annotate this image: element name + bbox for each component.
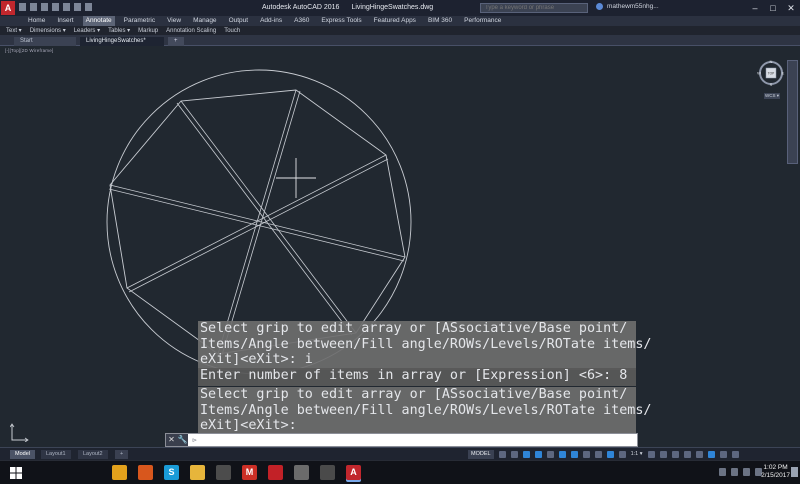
command-history-line: Select grip to edit array or [ASsociativ… bbox=[198, 321, 651, 370]
command-input[interactable] bbox=[197, 434, 637, 446]
close-command-line-icon[interactable]: ✕ bbox=[166, 434, 177, 446]
acrobat-taskbar-icon[interactable] bbox=[268, 465, 283, 480]
compass-south: S bbox=[770, 82, 773, 87]
clean-screen-icon[interactable] bbox=[719, 450, 727, 458]
tray-chevron-icon[interactable] bbox=[719, 468, 726, 476]
viewcube-icon[interactable]: N S E W TOP bbox=[757, 59, 785, 87]
annotation-scale-menu[interactable]: 1:1 ▾ bbox=[631, 451, 643, 457]
model-space-button[interactable]: MODEL bbox=[468, 449, 494, 459]
add-layout-button[interactable]: + bbox=[115, 450, 129, 459]
annotation-monitor-icon[interactable] bbox=[659, 450, 667, 458]
snap-icon[interactable] bbox=[510, 450, 518, 458]
compass-east: E bbox=[782, 71, 785, 76]
command-history-line: Select grip to edit array or [ASsociativ… bbox=[198, 387, 652, 433]
clock[interactable]: 1:02 PM 2/15/2017 bbox=[761, 464, 790, 480]
antenna-taskbar-icon[interactable] bbox=[216, 465, 231, 480]
isolate-objects-icon[interactable] bbox=[695, 450, 703, 458]
compass-west: W bbox=[757, 71, 761, 76]
chrome-taskbar-icon[interactable] bbox=[112, 465, 127, 480]
skype-taskbar-icon[interactable]: S bbox=[164, 465, 179, 480]
autocad-taskbar-icon[interactable]: A bbox=[346, 465, 361, 480]
ucs-icon bbox=[10, 423, 29, 442]
photos-taskbar-icon[interactable] bbox=[320, 465, 335, 480]
explorer-taskbar-icon[interactable] bbox=[190, 465, 205, 480]
status-bar: MODEL 1:1 ▾ bbox=[468, 449, 739, 459]
wcs-menu[interactable]: WCS ▾ bbox=[764, 93, 781, 99]
object-snap-icon[interactable] bbox=[570, 450, 578, 458]
clock-date: 2/15/2017 bbox=[761, 472, 790, 479]
windows-taskbar: S M A 1:02 PM 2/15/2017 bbox=[0, 460, 800, 484]
customization-menu-icon[interactable] bbox=[731, 450, 739, 458]
firefox-taskbar-icon[interactable] bbox=[138, 465, 153, 480]
volume-icon[interactable] bbox=[743, 468, 750, 476]
hinge-spokes bbox=[108, 89, 406, 356]
tab-model[interactable]: Model bbox=[10, 450, 35, 459]
clock-time: 1:02 PM bbox=[763, 464, 788, 471]
network-icon[interactable] bbox=[731, 468, 738, 476]
system-tray bbox=[719, 468, 762, 476]
object-snap-tracking-icon[interactable] bbox=[558, 450, 566, 458]
grid-icon[interactable] bbox=[498, 450, 506, 458]
hardware-acceleration-icon[interactable] bbox=[707, 450, 715, 458]
workspace-gear-icon[interactable] bbox=[647, 450, 655, 458]
compass-north: N bbox=[770, 59, 773, 64]
command-line: ✕ 🔧 ⊳ bbox=[165, 433, 638, 447]
command-line-buttons: ✕ 🔧 bbox=[166, 434, 188, 446]
selection-cycling-icon[interactable] bbox=[594, 450, 602, 458]
auto-scale-icon[interactable] bbox=[618, 450, 626, 458]
tab-layout2[interactable]: Layout2 bbox=[78, 450, 108, 459]
tab-layout1[interactable]: Layout1 bbox=[41, 450, 71, 459]
annotation-visibility-icon[interactable] bbox=[606, 450, 614, 458]
navigation-bar[interactable] bbox=[787, 60, 798, 164]
notification-icon[interactable] bbox=[791, 467, 798, 477]
lineweight-icon[interactable] bbox=[582, 450, 590, 458]
polar-icon[interactable] bbox=[534, 450, 542, 458]
octagon-outline bbox=[109, 89, 406, 355]
media-taskbar-icon[interactable] bbox=[294, 465, 309, 480]
gmail-taskbar-icon[interactable]: M bbox=[242, 465, 257, 480]
isodraft-icon[interactable] bbox=[546, 450, 554, 458]
command-history-line: Enter number of items in array or [Expre… bbox=[198, 368, 636, 386]
windows-start-icon[interactable] bbox=[10, 467, 22, 479]
quick-properties-icon[interactable] bbox=[683, 450, 691, 458]
units-icon[interactable] bbox=[671, 450, 679, 458]
customize-icon[interactable]: 🔧 bbox=[177, 434, 188, 446]
ortho-icon[interactable] bbox=[522, 450, 530, 458]
crosshair-cursor bbox=[276, 158, 316, 198]
viewcube-top-face[interactable]: TOP bbox=[768, 72, 775, 76]
